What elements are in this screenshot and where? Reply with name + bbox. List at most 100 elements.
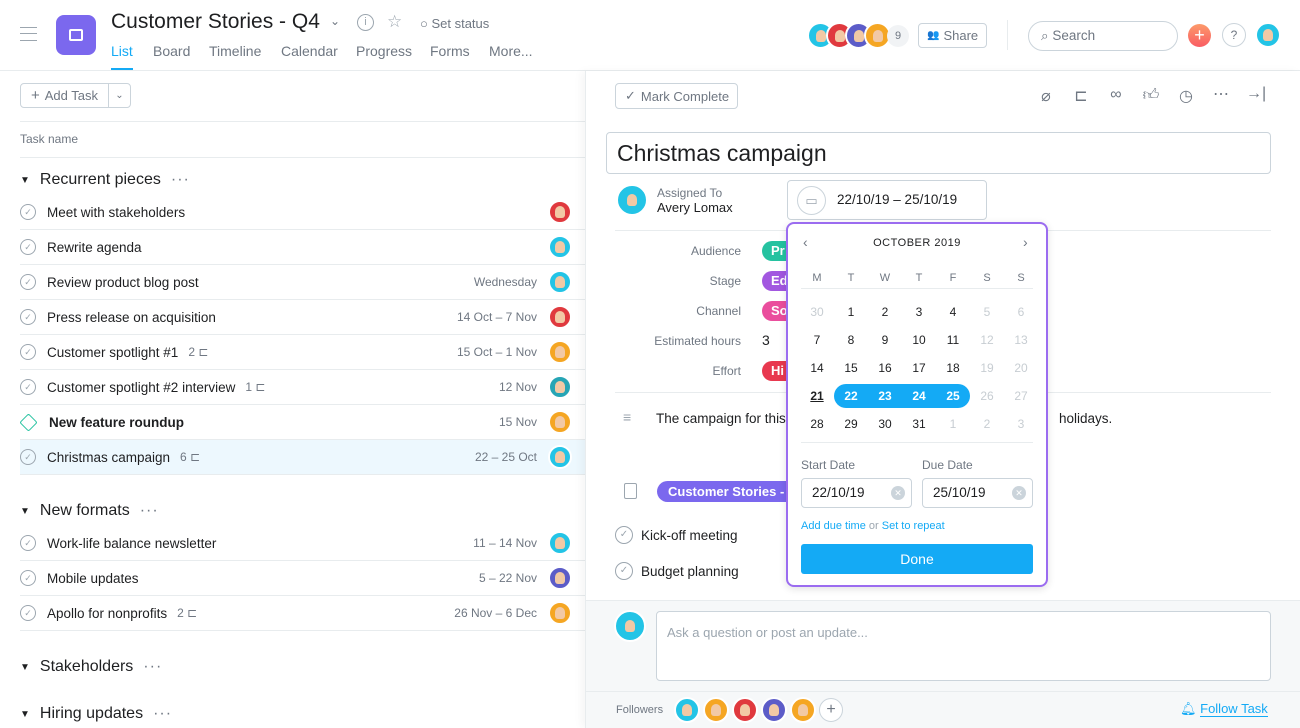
- assignee-avatar[interactable]: [548, 340, 572, 364]
- assignee-avatar[interactable]: [548, 235, 572, 259]
- task-title-input[interactable]: Christmas campaign: [606, 132, 1271, 174]
- complete-checkbox[interactable]: ✓: [20, 309, 36, 325]
- task-row[interactable]: ✓ Work-life balance newsletter 11 – 14 Nov: [20, 526, 585, 561]
- task-row[interactable]: ✓ Mobile updates 5 – 22 Nov: [20, 561, 585, 596]
- tab-timeline[interactable]: Timeline: [209, 43, 261, 59]
- field-value[interactable]: 3: [762, 332, 770, 348]
- info-icon[interactable]: i: [357, 14, 374, 31]
- calendar-day[interactable]: 10: [902, 328, 936, 352]
- follower-avatar[interactable]: [732, 697, 758, 723]
- subtask-icon[interactable]: ⊏: [1071, 86, 1091, 106]
- collapse-triangle-icon[interactable]: ▼: [20, 506, 30, 517]
- calendar-day[interactable]: 19: [970, 356, 1004, 380]
- tab-forms[interactable]: Forms: [430, 43, 470, 59]
- task-row[interactable]: ✓ Apollo for nonprofits 2 ⊏ 26 Nov – 6 Dec: [20, 596, 585, 631]
- calendar-day[interactable]: 18: [936, 356, 970, 380]
- due-date-input[interactable]: 25/10/19 ✕: [922, 478, 1033, 508]
- complete-checkbox[interactable]: ✓: [20, 605, 36, 621]
- description[interactable]: The campaign for this: [656, 411, 786, 426]
- add-icon[interactable]: +: [1188, 24, 1211, 47]
- attachment-icon[interactable]: ⌀: [1036, 86, 1056, 106]
- calendar-day[interactable]: 22: [834, 384, 868, 408]
- calendar-day[interactable]: 31: [902, 412, 936, 436]
- calendar-day[interactable]: 6: [1004, 300, 1038, 324]
- tab-calendar[interactable]: Calendar: [281, 43, 338, 59]
- start-date-input[interactable]: 22/10/19 ✕: [801, 478, 912, 508]
- chevron-down-icon[interactable]: ⌄: [330, 14, 340, 28]
- complete-checkbox[interactable]: ✓: [20, 239, 36, 255]
- complete-checkbox[interactable]: ✓: [20, 274, 36, 290]
- complete-checkbox[interactable]: ✓: [20, 204, 36, 220]
- share-button[interactable]: 👥 Share: [918, 23, 987, 48]
- follower-avatar[interactable]: [790, 697, 816, 723]
- section-header[interactable]: ▼ New formats ···: [20, 502, 159, 520]
- more-icon[interactable]: ···: [140, 502, 159, 520]
- calendar-day[interactable]: 26: [970, 384, 1004, 408]
- calendar-day[interactable]: 11: [936, 328, 970, 352]
- follower-avatar[interactable]: [674, 697, 700, 723]
- assignee-avatar[interactable]: [548, 566, 572, 590]
- done-button[interactable]: Done: [801, 544, 1033, 574]
- add-due-time-link[interactable]: Add due time: [801, 520, 866, 532]
- complete-checkbox[interactable]: ✓: [615, 526, 633, 544]
- collapse-triangle-icon[interactable]: ▼: [20, 709, 30, 720]
- assignee-avatar[interactable]: [548, 375, 572, 399]
- tab-progress[interactable]: Progress: [356, 43, 412, 59]
- project-tag[interactable]: Customer Stories - Q: [657, 481, 797, 502]
- member-count[interactable]: 9: [887, 25, 909, 47]
- help-icon[interactable]: ?: [1222, 23, 1246, 47]
- more-icon[interactable]: ⋯: [1211, 84, 1231, 104]
- task-row[interactable]: ✓ Meet with stakeholders: [20, 195, 585, 230]
- timer-icon[interactable]: ◷: [1176, 86, 1196, 106]
- link-icon[interactable]: ∞: [1106, 86, 1126, 104]
- complete-checkbox[interactable]: ✓: [615, 562, 633, 580]
- calendar-day[interactable]: 2: [868, 300, 902, 324]
- task-row[interactable]: ✓ Customer spotlight #1 2 ⊏ 15 Oct – 1 Nov: [20, 335, 585, 370]
- calendar-day[interactable]: 3: [1004, 412, 1038, 436]
- calendar-day[interactable]: 20: [1004, 356, 1038, 380]
- calendar-day[interactable]: 12: [970, 328, 1004, 352]
- calendar-day[interactable]: 1: [936, 412, 970, 436]
- assignee-avatar[interactable]: [548, 305, 572, 329]
- task-row[interactable]: ✓ Review product blog post Wednesday: [20, 265, 585, 300]
- calendar-day[interactable]: 4: [936, 300, 970, 324]
- collapse-triangle-icon[interactable]: ▼: [20, 662, 30, 673]
- search-input[interactable]: ⌕ Search: [1028, 21, 1178, 51]
- complete-checkbox[interactable]: ✓: [20, 379, 36, 395]
- tab-board[interactable]: Board: [153, 43, 190, 59]
- calendar-day[interactable]: 30: [868, 412, 902, 436]
- assignee-avatar[interactable]: [548, 200, 572, 224]
- set-status[interactable]: ○ Set status: [420, 16, 489, 31]
- user-avatar[interactable]: [1255, 22, 1281, 48]
- add-task-button[interactable]: + Add Task: [20, 83, 109, 108]
- milestone-icon[interactable]: [19, 412, 38, 432]
- task-row[interactable]: ✓ Christmas campaign 6 ⊏ 22 – 25 Oct: [20, 440, 585, 475]
- calendar-day[interactable]: 24: [902, 384, 936, 408]
- calendar-day[interactable]: 1: [834, 300, 868, 324]
- calendar-day[interactable]: 25: [936, 384, 970, 408]
- calendar-day[interactable]: 30: [800, 300, 834, 324]
- complete-checkbox[interactable]: ✓: [20, 449, 36, 465]
- like-icon[interactable]: 👍︎: [1141, 86, 1161, 105]
- follower-avatar[interactable]: [703, 697, 729, 723]
- tab-list[interactable]: List: [111, 43, 133, 70]
- follow-task-button[interactable]: 🔔︎ Follow Task: [1180, 701, 1268, 717]
- calendar-day[interactable]: 29: [834, 412, 868, 436]
- task-row[interactable]: ✓ Press release on acquisition 14 Oct – 7 …: [20, 300, 585, 335]
- task-row[interactable]: New feature roundup 15 Nov: [19, 405, 585, 440]
- calendar-day[interactable]: 8: [834, 328, 868, 352]
- task-row[interactable]: ✓ Rewrite agenda: [20, 230, 585, 265]
- set-to-repeat-link[interactable]: Set to repeat: [882, 520, 945, 532]
- calendar-day[interactable]: 13: [1004, 328, 1038, 352]
- assignee-avatar[interactable]: [616, 184, 648, 216]
- clear-icon[interactable]: ✕: [1012, 486, 1026, 500]
- calendar-day[interactable]: 21: [800, 384, 834, 408]
- comment-input[interactable]: Ask a question or post an update...: [656, 611, 1271, 681]
- more-icon[interactable]: ···: [153, 705, 172, 723]
- complete-checkbox[interactable]: ✓: [20, 570, 36, 586]
- calendar-day[interactable]: 7: [800, 328, 834, 352]
- calendar-day[interactable]: 5: [970, 300, 1004, 324]
- assignee-avatar[interactable]: [548, 410, 572, 434]
- description-end[interactable]: holidays.: [1059, 411, 1112, 426]
- calendar-day[interactable]: 2: [970, 412, 1004, 436]
